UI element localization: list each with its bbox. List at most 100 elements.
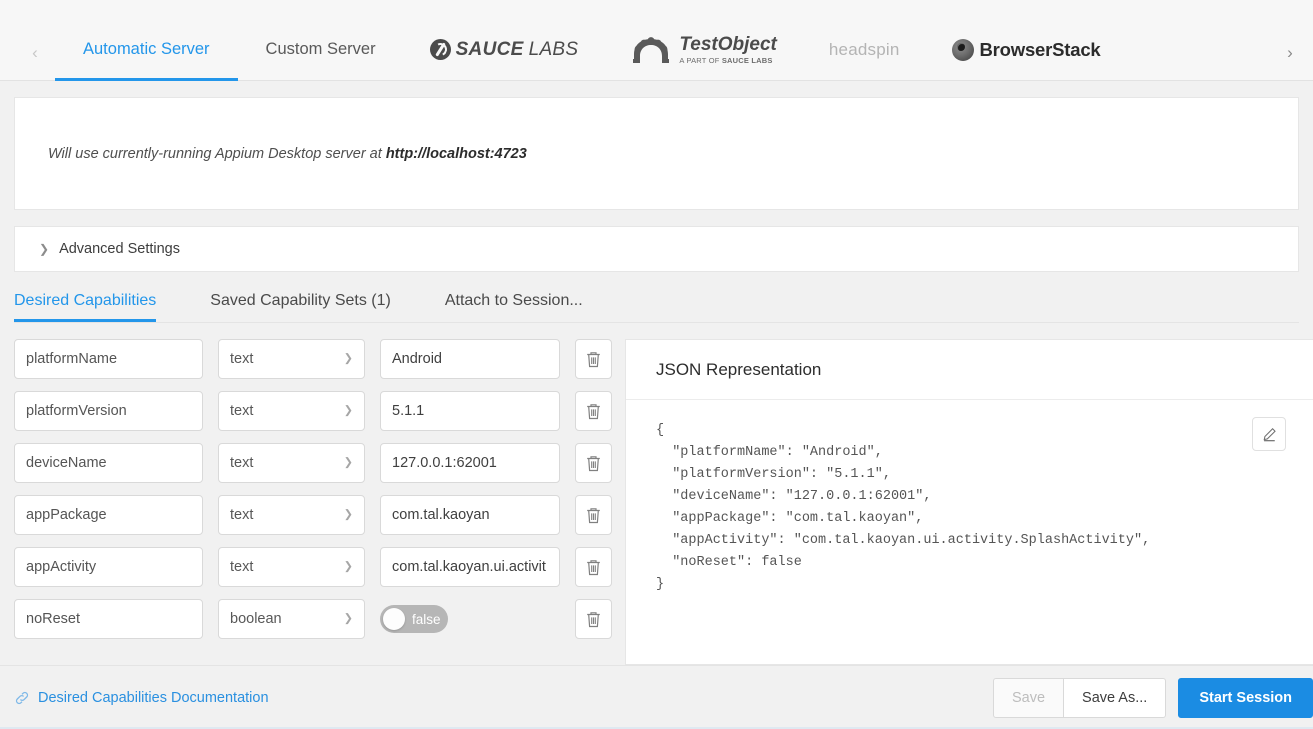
capability-delete-button[interactable] xyxy=(575,547,612,587)
chevron-down-icon: ❯ xyxy=(343,612,353,625)
chevron-down-icon: ❯ xyxy=(343,508,353,521)
chevron-down-icon: ❯ xyxy=(343,404,353,417)
pencil-icon xyxy=(1263,427,1276,441)
chevron-down-icon: ❯ xyxy=(343,352,353,365)
tab-attach-to-session-label: Attach to Session... xyxy=(444,291,583,309)
capability-type-select[interactable]: text ❯ xyxy=(218,391,365,431)
footer-actions: Save Save As... Start Session xyxy=(992,677,1313,718)
capability-row: appActivity text ❯ com.tal.kaoyan.ui.act… xyxy=(14,547,625,587)
capability-type-select[interactable]: text ❯ xyxy=(218,339,365,379)
sauce-labs-logo: SAUCE LABS xyxy=(429,38,579,61)
server-info-message: Will use currently-running Appium Deskto… xyxy=(15,146,527,162)
test-object-subtitle: A PART OF SAUCE LABS xyxy=(679,55,773,65)
advanced-settings-label: Advanced Settings xyxy=(59,241,180,257)
chevron-down-icon: ❯ xyxy=(343,456,353,469)
json-panel-header: JSON Representation xyxy=(626,340,1313,400)
server-info-panel: Will use currently-running Appium Deskto… xyxy=(14,97,1299,210)
capability-value-input[interactable]: Android xyxy=(380,339,560,379)
capability-type-select[interactable]: text ❯ xyxy=(218,495,365,535)
tab-desired-capabilities[interactable]: Desired Capabilities xyxy=(14,282,157,322)
tab-test-object[interactable]: TestObject A PART OF SAUCE LABS xyxy=(604,21,803,81)
chevron-down-icon: ❯ xyxy=(343,560,353,573)
appium-desired-capabilities-window: ‹ Automatic Server Custom Server SAUCE LA… xyxy=(0,0,1313,729)
start-session-button[interactable]: Start Session xyxy=(1178,677,1313,718)
json-representation-panel: JSON Representation { "platformName": "A… xyxy=(625,339,1313,665)
start-session-button-label: Start Session xyxy=(1199,689,1292,706)
capability-value-toggle-wrapper: false xyxy=(380,599,560,639)
capability-name-input[interactable]: platformVersion xyxy=(14,391,203,431)
browserstack-mark-icon xyxy=(951,38,974,61)
save-button[interactable]: Save xyxy=(992,677,1065,718)
tab-saved-capability-sets-label: Saved Capability Sets (1) xyxy=(210,291,391,309)
chevron-right-icon: ❯ xyxy=(39,242,50,256)
server-provider-tabs: Automatic Server Custom Server SAUCE LABS xyxy=(55,0,1127,81)
save-as-button-label: Save As... xyxy=(1082,689,1148,706)
save-as-button[interactable]: Save As... xyxy=(1064,677,1167,718)
tab-custom-server[interactable]: Custom Server xyxy=(238,21,404,81)
headspin-logo: headspin xyxy=(828,39,900,59)
tab-desired-capabilities-label: Desired Capabilities xyxy=(14,291,157,309)
server-provider-tabbar: ‹ Automatic Server Custom Server SAUCE LA… xyxy=(0,0,1313,81)
tab-headspin[interactable]: headspin xyxy=(803,21,926,81)
json-edit-button[interactable] xyxy=(1252,417,1286,451)
tab-attach-to-session[interactable]: Attach to Session... xyxy=(445,282,583,322)
capability-value-input[interactable]: 5.1.1 xyxy=(380,391,560,431)
tab-automatic-server[interactable]: Automatic Server xyxy=(55,21,238,81)
chevron-left-icon[interactable]: ‹ xyxy=(24,40,46,64)
save-button-label: Save xyxy=(1011,689,1046,706)
capability-type-select[interactable]: boolean ❯ xyxy=(218,599,365,639)
capability-delete-button[interactable] xyxy=(575,391,612,431)
test-object-wordmark: TestObject A PART OF SAUCE LABS xyxy=(679,35,777,65)
capability-delete-button[interactable] xyxy=(575,495,612,535)
capability-subtabs: Desired Capabilities Saved Capability Se… xyxy=(14,280,1299,323)
capability-value-input[interactable]: com.tal.kaoyan.ui.activit xyxy=(380,547,560,587)
server-info-url: http://localhost:4723 xyxy=(385,145,527,162)
capability-type-value: text xyxy=(230,403,254,419)
capability-rows: platformName text ❯ Android platformVers… xyxy=(0,339,625,665)
sauce-labs-logo-light: LABS xyxy=(528,38,579,60)
tab-sauce-labs[interactable]: SAUCE LABS xyxy=(404,21,605,81)
capability-delete-button[interactable] xyxy=(575,339,612,379)
capability-value-input[interactable]: com.tal.kaoyan xyxy=(380,495,560,535)
chevron-right-icon[interactable]: › xyxy=(1279,40,1301,64)
capabilities-body: platformName text ❯ Android platformVers… xyxy=(0,323,1313,665)
capability-type-value: text xyxy=(230,351,254,367)
json-code-block: { "platformName": "Android", "platformVe… xyxy=(656,423,1151,592)
capability-row: deviceName text ❯ 127.0.0.1:62001 xyxy=(14,443,625,483)
server-info-prefix: Will use currently-running Appium Deskto… xyxy=(48,145,386,162)
capability-name-input[interactable]: appPackage xyxy=(14,495,203,535)
advanced-settings-collapse[interactable]: ❯ Advanced Settings xyxy=(14,226,1299,272)
capability-name-input[interactable]: noReset xyxy=(14,599,203,639)
capability-name-input[interactable]: deviceName xyxy=(14,443,203,483)
capability-name-input[interactable]: platformName xyxy=(14,339,203,379)
tab-automatic-server-label: Automatic Server xyxy=(83,40,210,58)
desired-capabilities-documentation-link[interactable]: Desired Capabilities Documentation xyxy=(14,690,269,706)
capability-type-value: text xyxy=(230,559,254,575)
capability-delete-button[interactable] xyxy=(575,599,612,639)
trash-icon xyxy=(587,507,600,523)
trash-icon xyxy=(587,611,600,627)
capability-row: platformName text ❯ Android xyxy=(14,339,625,379)
capability-row: noReset boolean ❯ false xyxy=(14,599,625,639)
desired-capabilities-documentation-label: Desired Capabilities Documentation xyxy=(38,689,269,706)
footer-bar: Desired Capabilities Documentation Save … xyxy=(0,665,1313,729)
browserstack-wordmark: BrowserStack xyxy=(979,38,1101,60)
link-icon xyxy=(14,690,30,706)
tab-saved-capability-sets[interactable]: Saved Capability Sets (1) xyxy=(210,282,391,322)
tab-browserstack[interactable]: BrowserStack xyxy=(926,21,1127,81)
json-panel-title: JSON Representation xyxy=(656,359,822,379)
toggle-knob xyxy=(383,608,405,630)
capability-boolean-toggle[interactable]: false xyxy=(380,605,448,633)
capability-type-value: boolean xyxy=(230,611,282,627)
test-object-logo: TestObject A PART OF SAUCE LABS xyxy=(630,35,777,65)
json-panel-body: { "platformName": "Android", "platformVe… xyxy=(626,400,1313,664)
capability-type-select[interactable]: text ❯ xyxy=(218,547,365,587)
capability-type-select[interactable]: text ❯ xyxy=(218,443,365,483)
capability-delete-button[interactable] xyxy=(575,443,612,483)
browserstack-logo: BrowserStack xyxy=(951,38,1101,61)
trash-icon xyxy=(587,455,600,471)
capability-type-value: text xyxy=(230,455,254,471)
capability-name-input[interactable]: appActivity xyxy=(14,547,203,587)
trash-icon xyxy=(587,403,600,419)
capability-value-input[interactable]: 127.0.0.1:62001 xyxy=(380,443,560,483)
